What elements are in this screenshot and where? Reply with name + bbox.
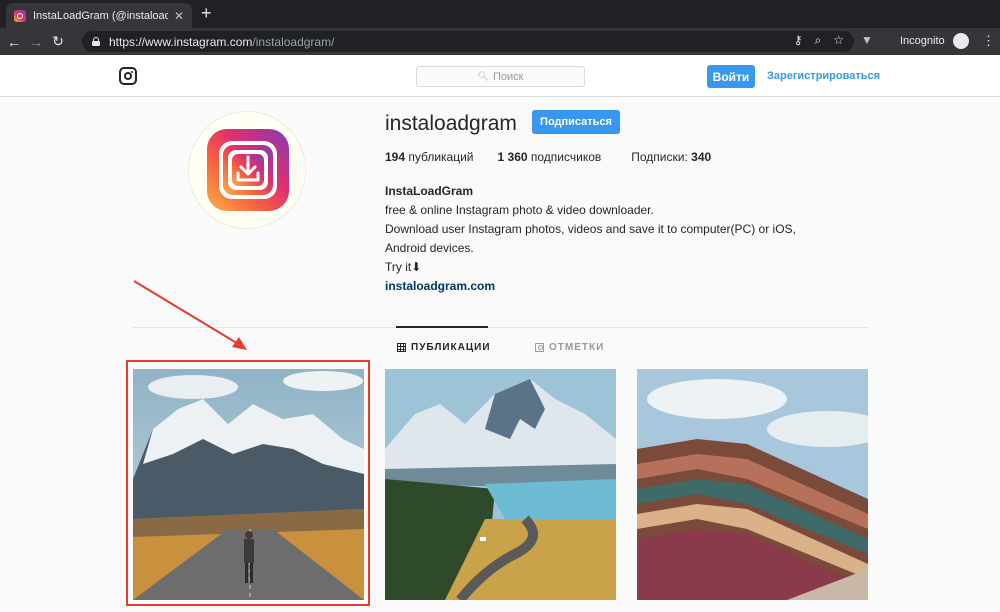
instaloadgram-logo-icon bbox=[207, 129, 289, 211]
incognito-icon[interactable] bbox=[953, 33, 969, 49]
incognito-label: Incognito bbox=[900, 35, 945, 47]
search-input[interactable]: 🔍︎ Поиск bbox=[416, 66, 585, 87]
profile-bio: InstaLoadGram free & online Instagram ph… bbox=[385, 182, 845, 296]
bookmark-star-icon[interactable]: ☆ bbox=[833, 33, 844, 48]
login-button[interactable]: Войти bbox=[707, 65, 755, 88]
bio-line: Try it⬇ bbox=[385, 260, 422, 274]
tab-tagged[interactable]: ОТМЕТКИ bbox=[535, 342, 604, 353]
tab-title: InstaLoadGram (@instaloadgram) bbox=[33, 9, 168, 22]
profile-stats: 194 публикаций 1 360 подписчиков Подписк… bbox=[385, 150, 735, 164]
search-placeholder: Поиск bbox=[492, 70, 524, 83]
highlight-frame bbox=[126, 360, 370, 606]
new-tab-icon[interactable]: + bbox=[201, 4, 212, 22]
instagram-header: 🔍︎ Поиск Войти Зарегистрироваться bbox=[0, 55, 1000, 97]
grid-icon bbox=[397, 343, 406, 352]
browser-tab-strip: InstaLoadGram (@instaloadgram) ✕ + bbox=[0, 0, 1000, 28]
search-icon: 🔍︎ bbox=[477, 71, 489, 81]
post-thumbnail[interactable] bbox=[637, 369, 868, 600]
posts-stat: 194 публикаций bbox=[385, 150, 474, 164]
forward-icon[interactable]: → bbox=[25, 34, 47, 50]
tabs-divider bbox=[133, 327, 868, 328]
instagram-logo-icon[interactable] bbox=[119, 67, 137, 85]
back-icon[interactable]: ← bbox=[3, 34, 25, 50]
lock-icon bbox=[92, 37, 100, 46]
bio-line: Download user Instagram photos, videos a… bbox=[385, 222, 796, 236]
url-text: https://www.instagram.com/instaloadgram/ bbox=[109, 34, 335, 49]
following-stat[interactable]: Подписки: 340 bbox=[631, 150, 711, 164]
post-thumbnail[interactable] bbox=[385, 369, 616, 600]
extension-icon[interactable]: ▼ bbox=[861, 33, 873, 47]
bio-line: Android devices. bbox=[385, 241, 474, 255]
address-bar[interactable]: https://www.instagram.com/instaloadgram/… bbox=[82, 31, 854, 52]
key-icon[interactable]: ⚷ bbox=[794, 33, 803, 48]
follow-button[interactable]: Подписаться bbox=[532, 110, 620, 134]
browser-toolbar: ← → ↻ https://www.instagram.com/instaloa… bbox=[0, 28, 1000, 55]
tab-posts[interactable]: ПУБЛИКАЦИИ bbox=[397, 342, 491, 353]
profile-username: instaloadgram bbox=[385, 112, 517, 135]
browser-menu-icon[interactable]: ⋮ bbox=[982, 33, 995, 49]
bio-line: free & online Instagram photo & video do… bbox=[385, 203, 654, 217]
instagram-favicon-icon bbox=[14, 9, 26, 22]
followers-stat[interactable]: 1 360 подписчиков bbox=[498, 150, 602, 164]
close-tab-icon[interactable]: ✕ bbox=[174, 9, 184, 23]
tagged-user-icon bbox=[535, 343, 544, 352]
reload-icon[interactable]: ↻ bbox=[47, 33, 69, 50]
bio-name: InstaLoadGram bbox=[385, 184, 474, 198]
bio-website-link[interactable]: instaloadgram.com bbox=[385, 277, 845, 296]
active-tab-indicator bbox=[396, 326, 488, 328]
zoom-icon[interactable]: ⌕ bbox=[815, 33, 822, 48]
browser-tab[interactable]: InstaLoadGram (@instaloadgram) ✕ bbox=[6, 3, 192, 28]
signup-link[interactable]: Зарегистрироваться bbox=[767, 70, 880, 82]
